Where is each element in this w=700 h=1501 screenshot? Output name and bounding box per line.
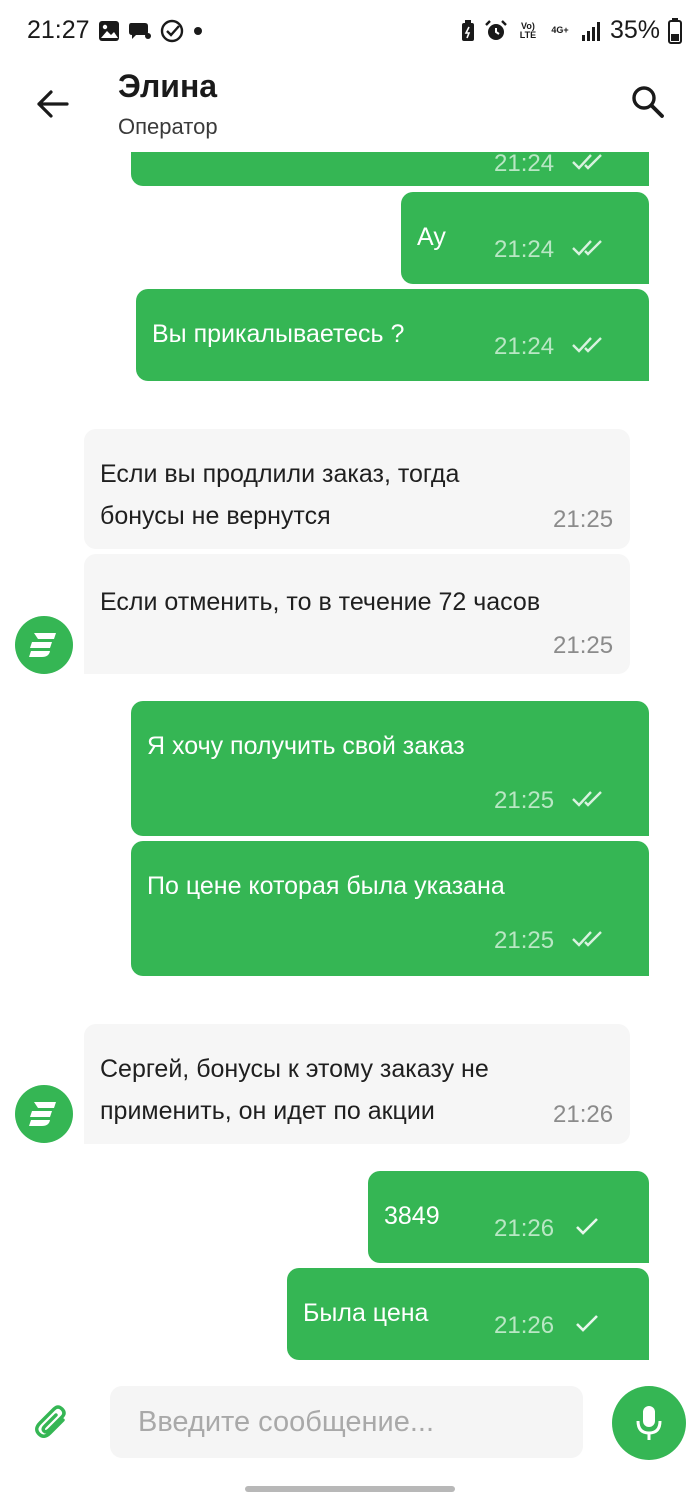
dot-icon [194, 27, 202, 35]
gallery-icon [99, 21, 119, 41]
paperclip-icon [35, 1405, 66, 1438]
message-text: 3849 [384, 1202, 440, 1230]
message-incoming[interactable]: Сергей, бонусы к этому заказу не примени… [84, 1024, 630, 1144]
double-check-icon [572, 337, 602, 353]
message-outgoing[interactable]: Я хочу получить свой заказ 21:25 [131, 701, 649, 836]
chat-bubbles-icon [129, 23, 151, 39]
brand-logo-icon [29, 633, 56, 657]
attach-button[interactable] [30, 1400, 74, 1444]
message-time: 21:24 [494, 333, 555, 360]
message-text: Сергей, бонусы к этому заказу не примени… [100, 1055, 489, 1125]
search-icon [632, 86, 664, 118]
volte-label: Vo) LTE [519, 20, 537, 40]
arrow-left-icon [37, 90, 69, 118]
brand-logo-icon [29, 1102, 56, 1126]
single-check-icon [576, 1218, 598, 1235]
battery-icon [668, 17, 682, 44]
message-time: 21:25 [553, 632, 614, 659]
message-text: Вы прикалываетесь ? [152, 320, 405, 348]
message-outgoing[interactable]: 3849 21:26 [368, 1171, 649, 1263]
message-time: 21:25 [494, 787, 555, 814]
message-time: 21:25 [553, 506, 614, 533]
back-button[interactable] [30, 82, 74, 126]
search-button[interactable] [626, 80, 670, 124]
message-time: 21:24 [494, 152, 555, 177]
double-check-icon [572, 240, 602, 256]
message-outgoing[interactable]: 21:24 [131, 152, 649, 186]
battery-percentage: 35% [609, 16, 660, 44]
status-bar: 21:27 Vo) LTE 4G+ 35% [0, 0, 700, 62]
contact-name: Элина [118, 68, 218, 104]
chat-header: Элина Оператор [0, 62, 700, 152]
battery-saver-icon [461, 19, 474, 41]
message-text: Если отменить, то в течение 72 часов [100, 588, 541, 616]
operator-avatar [15, 616, 73, 674]
message-time: 21:26 [494, 1215, 555, 1242]
message-outgoing[interactable]: Вы прикалываетесь ? 21:24 [136, 289, 649, 381]
message-outgoing[interactable]: По цене которая была указана 21:25 [131, 841, 649, 976]
message-input[interactable] [110, 1386, 583, 1458]
double-check-icon [572, 791, 602, 807]
message-text: По цене которая была указана [147, 872, 505, 900]
message-text: Я хочу получить свой заказ [147, 732, 465, 760]
operator-avatar [15, 1085, 73, 1143]
microphone-icon [636, 1406, 662, 1440]
message-time: 21:26 [494, 1312, 555, 1339]
message-list: 21:24 Ау 21:24 Вы прикалываетесь ? 21:24… [0, 152, 700, 1370]
double-check-icon [572, 154, 602, 170]
network-label: 4G+ [551, 25, 569, 35]
home-indicator[interactable] [245, 1486, 455, 1492]
message-outgoing[interactable]: Ау 21:24 [401, 192, 649, 284]
single-check-icon [576, 1315, 598, 1332]
message-time: 21:26 [553, 1101, 614, 1128]
message-text: Была цена [303, 1299, 429, 1327]
message-time: 21:25 [494, 927, 555, 954]
message-text: Если вы продлили заказ, тогда бонусы не … [100, 460, 460, 530]
message-incoming[interactable]: Если вы продлили заказ, тогда бонусы не … [84, 429, 630, 549]
alarm-icon [485, 19, 507, 40]
status-notification-icons [98, 19, 204, 43]
mic-button[interactable] [612, 1386, 686, 1460]
message-text: Ау [417, 223, 446, 251]
message-time: 21:24 [494, 236, 555, 263]
check-circle-icon [160, 19, 184, 43]
message-incoming[interactable]: Если отменить, то в течение 72 часов 21:… [84, 554, 630, 674]
double-check-icon [572, 931, 602, 947]
contact-role: Оператор [118, 114, 218, 139]
signal-icon [581, 21, 600, 41]
message-outgoing[interactable]: Была цена 21:26 [287, 1268, 649, 1360]
status-time: 21:27 [27, 16, 90, 44]
composer-bar [0, 1370, 700, 1501]
status-system-icons: Vo) LTE 4G+ 35% [460, 16, 682, 45]
